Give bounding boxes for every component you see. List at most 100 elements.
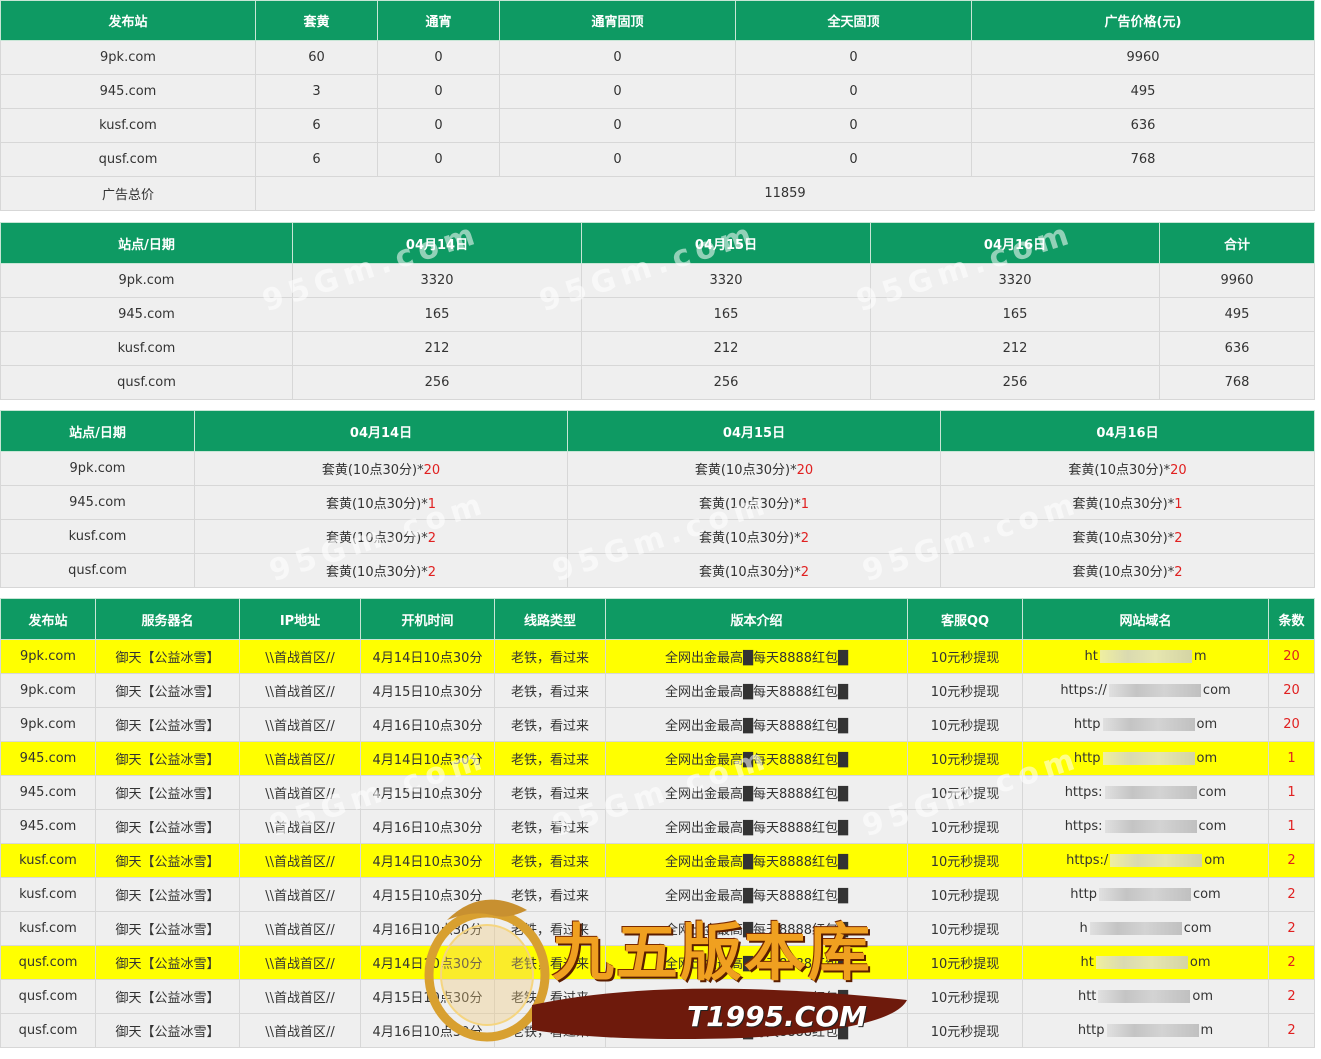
domain-prefix: ht <box>1080 955 1094 970</box>
cell: 768 <box>1159 365 1315 400</box>
ip-cell: \\首战首区// <box>239 979 361 1014</box>
table-row: 945.com 御天【公益冰雪】 \\首战首区//4月16日10点30分 老铁，看过来… <box>0 809 1315 844</box>
cell: 0 <box>377 40 500 75</box>
blurred-domain <box>1102 752 1195 765</box>
table-row: kusf.com 御天【公益冰雪】 \\首战首区//4月14日10点30分 老铁，看过… <box>0 843 1315 878</box>
placement-count: 20 <box>1170 463 1187 478</box>
col-line-type: 线路类型 <box>494 598 606 640</box>
domain-cell[interactable]: http om <box>1022 741 1269 776</box>
col-date-0416: 04月16日 <box>870 222 1160 264</box>
server-listing-header-row: 发布站 服务器名 IP地址 开机时间 线路类型 版本介绍 客服QQ 网站域名 条… <box>0 598 1315 640</box>
col-taohuang: 套黄 <box>255 0 378 41</box>
placement-count: 1 <box>1174 497 1183 512</box>
line-type-cell: 老铁，看过来 <box>494 911 606 946</box>
col-overnight-pinned: 通宵固顶 <box>499 0 736 41</box>
cell: 0 <box>735 74 972 109</box>
open-time-cell: 4月15日10点30分 <box>360 775 495 810</box>
col-date-0414: 04月14日 <box>194 410 568 452</box>
cell: 3320 <box>292 263 582 298</box>
blurred-domain <box>1104 820 1197 833</box>
cell: 0 <box>377 108 500 143</box>
col-domain: 网站域名 <box>1022 598 1269 640</box>
placement-cell: 套黄(10点30分)*2 <box>194 519 568 554</box>
blurred-domain <box>1106 1024 1199 1037</box>
server-name-cell: 御天【公益冰雪】 <box>95 741 240 776</box>
blurred-domain <box>1098 990 1191 1003</box>
server-name-cell: 御天【公益冰雪】 <box>95 843 240 878</box>
ad-price-header-row: 发布站 套黄 通宵 通宵固顶 全天固顶 广告价格(元) <box>0 0 1315 41</box>
cell: 3320 <box>581 263 871 298</box>
count-cell: 20 <box>1268 639 1315 674</box>
domain-cell[interactable]: h com <box>1022 911 1269 946</box>
server-listing-table: 发布站 服务器名 IP地址 开机时间 线路类型 版本介绍 客服QQ 网站域名 条… <box>0 598 1315 1048</box>
line-type-cell: 老铁，看过来 <box>494 639 606 674</box>
domain-prefix: http <box>1077 1023 1105 1038</box>
blurred-domain <box>1110 854 1203 867</box>
cell: 0 <box>377 142 500 177</box>
placement-count: 2 <box>1174 531 1183 546</box>
cell: 256 <box>870 365 1160 400</box>
total-label: 广告总价 <box>0 176 256 211</box>
open-time-cell: 4月14日10点30分 <box>360 945 495 980</box>
version-cell: 全网出金最高█每天8888红包█ <box>605 741 908 776</box>
domain-prefix: https: <box>1064 819 1103 834</box>
col-site: 发布站 <box>0 598 96 640</box>
domain-cell[interactable]: ht om <box>1022 945 1269 980</box>
version-cell: 全网出金最高█每天8888红包█ <box>605 911 908 946</box>
count-cell: 20 <box>1268 673 1315 708</box>
daily-cost-table: 站点/日期 04月14日 04月15日 04月16日 合计 9pk.com 332… <box>0 222 1315 400</box>
domain-cell[interactable]: https:/ om <box>1022 843 1269 878</box>
version-cell: 全网出金最高█每天8888红包█ <box>605 775 908 810</box>
open-time-cell: 4月14日10点30分 <box>360 639 495 674</box>
server-name-cell: 御天【公益冰雪】 <box>95 639 240 674</box>
placement-label: 套黄(10点30分)* <box>698 531 801 546</box>
table-row: qusf.com 6 0 0 0 768 <box>0 142 1315 177</box>
table-row: kusf.com 御天【公益冰雪】 \\首战首区//4月15日10点30分 老铁，看过… <box>0 877 1315 912</box>
line-type-cell: 老铁，看过来 <box>494 775 606 810</box>
domain-cell[interactable]: http m <box>1022 1013 1269 1048</box>
placement-cell: 套黄(10点30分)*20 <box>940 451 1315 486</box>
domain-cell[interactable]: https: com <box>1022 775 1269 810</box>
blurred-domain <box>1104 786 1197 799</box>
site-cell: 9pk.com <box>0 639 96 674</box>
placement-count: 1 <box>800 497 809 512</box>
placement-label: 套黄(10点30分)* <box>325 531 428 546</box>
domain-suffix: com <box>1198 819 1227 834</box>
site-cell: 9pk.com <box>0 451 195 486</box>
domain-cell[interactable]: htt om <box>1022 979 1269 1014</box>
count-cell: 2 <box>1268 1013 1315 1048</box>
open-time-cell: 4月15日10点30分 <box>360 979 495 1014</box>
blurred-domain <box>1098 888 1191 901</box>
domain-cell[interactable]: https: com <box>1022 809 1269 844</box>
version-cell: 全网出金最高█每天8888红包█ <box>605 945 908 980</box>
cell: 212 <box>581 331 871 366</box>
server-name-cell: 御天【公益冰雪】 <box>95 979 240 1014</box>
server-name-cell: 御天【公益冰雪】 <box>95 809 240 844</box>
col-ip: IP地址 <box>239 598 361 640</box>
table-row: 945.com 套黄(10点30分)*1 套黄(10点30分)*1 套黄(10点30分… <box>0 485 1315 520</box>
domain-cell[interactable]: ht m <box>1022 639 1269 674</box>
table-row: 9pk.com 套黄(10点30分)*20 套黄(10点30分)*20 套黄(10点3… <box>0 451 1315 486</box>
placement-cell: 套黄(10点30分)*2 <box>567 519 941 554</box>
cell: 0 <box>735 40 972 75</box>
count-cell: 2 <box>1268 911 1315 946</box>
placement-count: 1 <box>427 497 436 512</box>
domain-cell[interactable]: http om <box>1022 707 1269 742</box>
domain-suffix: m <box>1200 1023 1214 1038</box>
version-cell: 全网出金最高█每天8888红包█ <box>605 673 908 708</box>
cell: 9pk.com <box>0 263 293 298</box>
domain-cell[interactable]: https:// com <box>1022 673 1269 708</box>
cell: 636 <box>1159 331 1315 366</box>
col-site-date: 站点/日期 <box>0 410 195 452</box>
domain-cell[interactable]: http com <box>1022 877 1269 912</box>
qq-cell: 10元秒提现 <box>907 673 1023 708</box>
ip-cell: \\首战首区// <box>239 741 361 776</box>
cell: 945.com <box>0 74 256 109</box>
cell: 9960 <box>971 40 1315 75</box>
cell: 165 <box>581 297 871 332</box>
col-server-name: 服务器名 <box>95 598 240 640</box>
site-cell: qusf.com <box>0 553 195 588</box>
ip-cell: \\首战首区// <box>239 707 361 742</box>
open-time-cell: 4月14日10点30分 <box>360 741 495 776</box>
placement-count: 2 <box>1174 565 1183 580</box>
